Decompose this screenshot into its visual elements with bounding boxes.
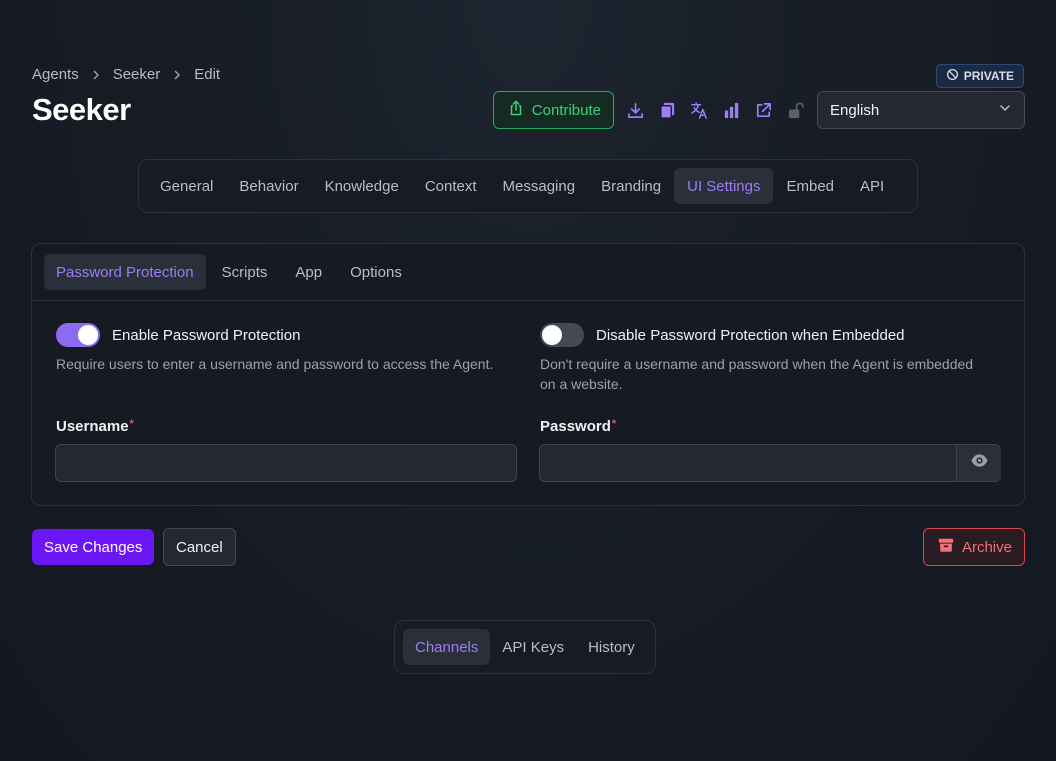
- tab-behavior[interactable]: Behavior: [226, 168, 311, 204]
- language-select-value: English: [830, 101, 880, 119]
- chevron-right-icon: [172, 67, 182, 83]
- contribute-label: Contribute: [531, 101, 601, 119]
- archive-label: Archive: [961, 538, 1012, 556]
- subtab-app[interactable]: App: [283, 254, 334, 290]
- share-icon: [508, 100, 524, 120]
- contribute-button[interactable]: Contribute: [492, 91, 614, 129]
- page-title: Seeker: [32, 92, 131, 127]
- cancel-button[interactable]: Cancel: [163, 528, 236, 566]
- tab-knowledge[interactable]: Knowledge: [312, 168, 412, 204]
- archive-button[interactable]: Archive: [922, 528, 1025, 566]
- sub-tabs: Password Protection Scripts App Options: [32, 244, 1024, 301]
- eye-icon: [970, 451, 989, 475]
- password-field[interactable]: [539, 444, 1001, 482]
- unlock-icon[interactable]: [779, 94, 811, 126]
- show-password-button[interactable]: [956, 445, 1001, 481]
- bottom-tabs: Channels API Keys History: [394, 620, 656, 674]
- username-field[interactable]: [55, 444, 517, 482]
- tab-branding[interactable]: Branding: [588, 168, 674, 204]
- password-label: Password*: [540, 418, 617, 435]
- breadcrumb-agents[interactable]: Agents: [32, 66, 79, 83]
- enable-password-label: Enable Password Protection: [112, 326, 301, 344]
- breadcrumb-seeker[interactable]: Seeker: [113, 66, 161, 83]
- ban-icon: [946, 68, 959, 84]
- chevron-down-icon: [998, 101, 1012, 119]
- tab-channels[interactable]: Channels: [403, 629, 491, 665]
- translate-icon[interactable]: [683, 94, 715, 126]
- visibility-badge-label: PRIVATE: [963, 69, 1014, 83]
- tab-api[interactable]: API: [847, 168, 897, 204]
- username-label: Username*: [56, 418, 134, 435]
- visibility-badge: PRIVATE: [935, 64, 1024, 88]
- tab-api-keys[interactable]: API Keys: [490, 629, 576, 665]
- save-changes-button[interactable]: Save Changes: [32, 529, 155, 565]
- tab-embed[interactable]: Embed: [773, 168, 847, 204]
- breadcrumb: Agents Seeker Edit: [32, 66, 220, 83]
- tab-ui-settings[interactable]: UI Settings: [674, 168, 774, 204]
- analytics-icon[interactable]: [715, 94, 747, 126]
- enable-password-section: Enable Password Protection Require users…: [56, 323, 518, 374]
- disable-embedded-description: Don't require a username and password wh…: [540, 356, 974, 392]
- ui-settings-panel: Password Protection Scripts App Options …: [31, 243, 1025, 506]
- external-link-icon[interactable]: [747, 94, 779, 126]
- subtab-options[interactable]: Options: [338, 254, 414, 290]
- chevron-right-icon: [91, 67, 101, 83]
- archive-icon: [937, 536, 955, 558]
- subtab-scripts[interactable]: Scripts: [210, 254, 280, 290]
- main-tabs: General Behavior Knowledge Context Messa…: [138, 159, 918, 213]
- enable-password-toggle[interactable]: [56, 323, 100, 347]
- download-icon[interactable]: [619, 94, 651, 126]
- agent-toolbar: Contribute English: [492, 91, 1025, 129]
- breadcrumb-edit: Edit: [194, 66, 221, 83]
- tab-general[interactable]: General: [147, 168, 226, 204]
- copy-icon[interactable]: [651, 94, 683, 126]
- tab-history[interactable]: History: [576, 629, 647, 665]
- disable-embedded-section: Disable Password Protection when Embedde…: [540, 323, 1002, 394]
- disable-embedded-label: Disable Password Protection when Embedde…: [596, 326, 905, 344]
- subtab-password-protection[interactable]: Password Protection: [44, 254, 206, 290]
- language-select[interactable]: English: [817, 91, 1025, 129]
- tab-messaging[interactable]: Messaging: [490, 168, 589, 204]
- enable-password-description: Require users to enter a username and pa…: [56, 356, 494, 372]
- disable-embedded-toggle[interactable]: [540, 323, 584, 347]
- tab-context[interactable]: Context: [412, 168, 490, 204]
